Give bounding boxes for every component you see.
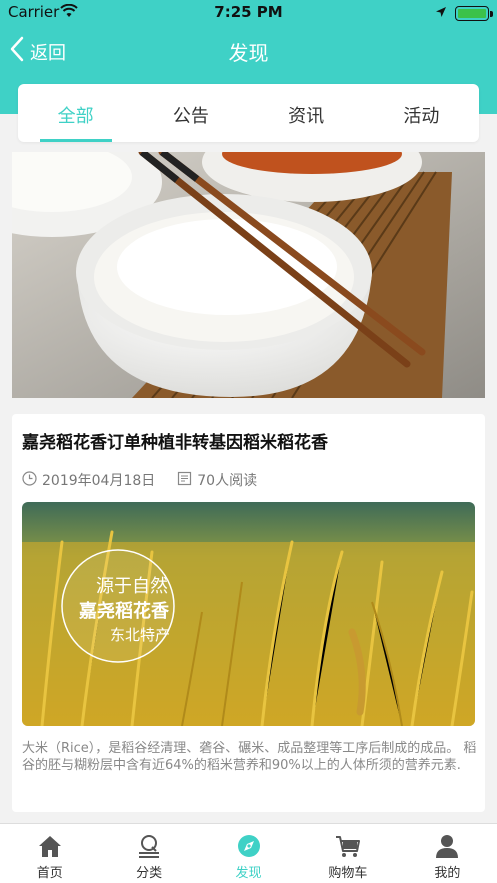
article-image: 源于自然 嘉尧稻花香 东北特产	[22, 502, 475, 726]
rice-bowl	[76, 194, 372, 397]
category-tabs: 全部 公告 资讯 活动	[18, 84, 479, 142]
article-description: 大米（Rice），是稻谷经清理、砻谷、碾米、成品整理等工序后制成的成品。 稻谷的…	[22, 741, 477, 773]
location-icon	[435, 4, 447, 22]
tabbar-discover-label: 发现	[235, 866, 262, 881]
back-button[interactable]: 返回	[10, 36, 66, 67]
tab-announcement[interactable]: 公告	[133, 84, 248, 142]
back-label: 返回	[30, 42, 66, 64]
article-date: 2019年04月18日	[42, 473, 156, 489]
home-icon	[38, 836, 61, 857]
tabbar-cart[interactable]: 购物车	[298, 824, 397, 883]
tabbar-profile[interactable]: 我的	[398, 824, 497, 883]
tabbar-category[interactable]: 分类	[99, 824, 198, 883]
clock-icon	[22, 470, 37, 490]
discover-icon	[237, 835, 260, 857]
tab-events[interactable]: 活动	[364, 84, 479, 142]
bottom-tab-bar: 首页 分类 发现 购物车 我的	[0, 823, 497, 883]
status-bar: Carrier 7:25 PM	[0, 0, 497, 24]
article-title: 嘉尧稻花香订单种植非转基因稻米稻花香	[22, 433, 328, 453]
tabbar-profile-label: 我的	[434, 866, 461, 881]
banner-image[interactable]	[12, 152, 485, 398]
article-meta: 2019年04月18日 70人阅读	[22, 470, 257, 490]
battery-icon	[455, 5, 493, 21]
cart-icon	[335, 836, 360, 857]
article-read-count: 70人阅读	[197, 473, 258, 489]
tabbar-home[interactable]: 首页	[0, 824, 99, 883]
tabbar-category-label: 分类	[136, 866, 163, 881]
image-slogan-line1: 源于自然	[96, 576, 168, 597]
status-time: 7:25 PM	[214, 3, 283, 21]
chevron-left-icon	[10, 36, 24, 67]
tabbar-home-label: 首页	[36, 866, 63, 881]
page-title: 发现	[228, 41, 269, 65]
navigation-bar: 返回 发现	[0, 28, 497, 74]
tabbar-cart-label: 购物车	[328, 866, 368, 881]
category-icon	[139, 835, 160, 858]
read-count-icon	[177, 471, 192, 490]
tab-news[interactable]: 资讯	[249, 84, 364, 142]
article-card[interactable]: 嘉尧稻花香订单种植非转基因稻米稻花香 2019年04月18日 70人阅读 源于自…	[12, 414, 485, 812]
tab-all[interactable]: 全部	[18, 84, 133, 142]
image-slogan-line3: 东北特产	[110, 626, 170, 644]
tabbar-discover[interactable]: 发现	[199, 824, 298, 883]
profile-icon	[436, 835, 459, 858]
image-slogan-line2: 嘉尧稻花香	[78, 600, 170, 622]
